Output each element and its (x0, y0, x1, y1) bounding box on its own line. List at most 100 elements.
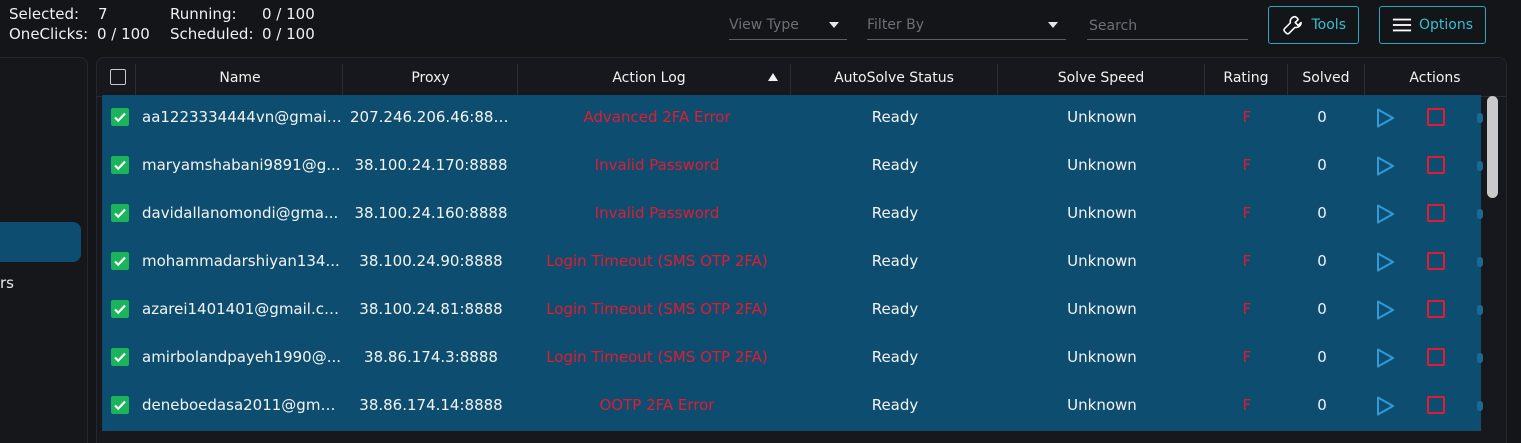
cell-autosolve-status: Ready (871, 204, 919, 222)
view-type-placeholder: View Type (729, 17, 799, 33)
scheduled-value: 0 / 100 (262, 25, 315, 43)
more-icon[interactable] (1477, 401, 1483, 411)
cell-proxy: 207.246.206.46:8888 (350, 108, 512, 126)
chevron-down-icon (1048, 22, 1058, 28)
table-row[interactable]: deneboedasa2011@gma... 38.86.174.14:8888… (102, 383, 1483, 431)
row-checkbox-checked-icon[interactable] (111, 156, 129, 174)
row-checkbox-checked-icon[interactable] (111, 108, 129, 126)
filter-by-placeholder: Filter By (867, 17, 925, 33)
cell-action-log: Invalid Password (594, 156, 720, 174)
table-row[interactable]: amirbolandpayeh1990@... 38.86.174.3:8888… (102, 335, 1483, 383)
play-icon[interactable] (1374, 395, 1396, 417)
cell-action-log: Login Timeout (SMS OTP 2FA) (546, 348, 768, 366)
table-footer-strip (101, 432, 1481, 443)
row-checkbox-checked-icon[interactable] (111, 252, 129, 270)
more-icon[interactable] (1477, 161, 1483, 171)
cell-action-log: Login Timeout (SMS OTP 2FA) (546, 300, 768, 318)
scheduled-label: Scheduled: (170, 25, 254, 43)
cell-proxy: 38.100.24.170:8888 (354, 156, 508, 174)
play-icon[interactable] (1374, 347, 1396, 369)
running-value: 0 / 100 (262, 5, 315, 23)
more-icon[interactable] (1477, 353, 1483, 363)
column-header-solve-speed[interactable]: Solve Speed (998, 58, 1204, 96)
more-icon[interactable] (1477, 113, 1483, 123)
cell-solve-speed: Unknown (1067, 348, 1137, 366)
hamburger-menu-icon (1392, 18, 1412, 32)
cell-proxy: 38.100.24.160:8888 (354, 204, 508, 222)
search-input[interactable] (1087, 12, 1248, 40)
table-row[interactable]: aa1223334444vn@gmail... 207.246.206.46:8… (102, 95, 1483, 143)
stop-icon[interactable] (1427, 396, 1445, 414)
stop-icon[interactable] (1427, 252, 1445, 270)
stop-icon[interactable] (1427, 204, 1445, 222)
stop-icon[interactable] (1427, 156, 1445, 174)
column-header-rating[interactable]: Rating (1205, 58, 1287, 96)
tools-button[interactable]: Tools (1268, 6, 1359, 44)
cell-solve-speed: Unknown (1067, 108, 1137, 126)
row-checkbox-checked-icon[interactable] (111, 300, 129, 318)
cell-rating: F (1242, 396, 1252, 414)
cell-action-log: Advanced 2FA Error (583, 108, 731, 126)
cell-name: maryamshabani9891@g... (142, 156, 341, 174)
cell-name: azarei1401401@gmail.com (142, 300, 342, 318)
cell-name: mohammadarshiyan134... (142, 252, 340, 270)
cell-solved: 0 (1317, 108, 1327, 126)
stop-icon[interactable] (1427, 348, 1445, 366)
cell-autosolve-status: Ready (871, 252, 919, 270)
scrollbar-thumb[interactable] (1487, 96, 1498, 198)
column-header-actions: Actions (1409, 70, 1461, 86)
column-header-proxy[interactable]: Proxy (343, 58, 518, 96)
oneclicks-label: OneClicks: (9, 25, 89, 43)
play-icon[interactable] (1374, 203, 1396, 225)
chevron-down-icon (829, 22, 839, 28)
table-row[interactable]: mohammadarshiyan134... 38.100.24.90:8888… (102, 239, 1483, 287)
column-header-name[interactable]: Name (137, 58, 343, 96)
play-icon[interactable] (1374, 107, 1396, 129)
column-header-action-log[interactable]: Action Log (518, 58, 780, 96)
column-header-solved[interactable]: Solved (1288, 58, 1364, 96)
cell-rating: F (1242, 252, 1252, 270)
play-icon[interactable] (1374, 251, 1396, 273)
filter-by-select[interactable]: Filter By (867, 12, 1066, 40)
cell-solve-speed: Unknown (1067, 300, 1137, 318)
play-icon[interactable] (1374, 299, 1396, 321)
selected-value: 7 (98, 5, 108, 23)
sidebar-item-partial[interactable]: rs (0, 274, 14, 292)
play-icon[interactable] (1374, 155, 1396, 177)
stop-icon[interactable] (1427, 108, 1445, 126)
cell-autosolve-status: Ready (871, 300, 919, 318)
row-checkbox-checked-icon[interactable] (111, 396, 129, 414)
cell-action-log: OOTP 2FA Error (599, 396, 715, 414)
sidebar-item-active[interactable] (0, 222, 81, 262)
accounts-table: Name Proxy Action Log AutoSolve Status S… (96, 57, 1507, 443)
cell-solve-speed: Unknown (1067, 396, 1137, 414)
table-row[interactable]: maryamshabani9891@g... 38.100.24.170:888… (102, 143, 1483, 191)
cell-autosolve-status: Ready (871, 108, 919, 126)
row-checkbox-checked-icon[interactable] (111, 204, 129, 222)
cell-proxy: 38.86.174.14:8888 (359, 396, 503, 414)
cell-action-log: Login Timeout (SMS OTP 2FA) (546, 252, 768, 270)
row-checkbox-checked-icon[interactable] (111, 348, 129, 366)
table-row[interactable]: azarei1401401@gmail.com 38.100.24.81:888… (102, 287, 1483, 335)
table-body: aa1223334444vn@gmail... 207.246.206.46:8… (102, 95, 1483, 431)
more-icon[interactable] (1477, 257, 1483, 267)
cell-solve-speed: Unknown (1067, 252, 1137, 270)
stop-icon[interactable] (1427, 300, 1445, 318)
app-page: Selected: 7 OneClicks: 0 / 100 Running: … (0, 0, 1521, 443)
more-icon[interactable] (1477, 305, 1483, 315)
cell-autosolve-status: Ready (871, 156, 919, 174)
column-header-autosolve-status[interactable]: AutoSolve Status (791, 58, 997, 96)
more-icon[interactable] (1477, 209, 1483, 219)
wrench-icon (1283, 15, 1302, 35)
cell-proxy: 38.100.24.90:8888 (359, 252, 503, 270)
cell-rating: F (1242, 156, 1252, 174)
cell-autosolve-status: Ready (871, 396, 919, 414)
cell-autosolve-status: Ready (871, 348, 919, 366)
oneclicks-value: 0 / 100 (97, 25, 150, 43)
table-row[interactable]: davidallanomondi@gma... 38.100.24.160:88… (102, 191, 1483, 239)
options-button[interactable]: Options (1379, 6, 1486, 44)
cell-solved: 0 (1317, 156, 1327, 174)
view-type-select[interactable]: View Type (729, 12, 847, 40)
select-all-checkbox[interactable] (110, 69, 126, 85)
cell-solved: 0 (1317, 204, 1327, 222)
